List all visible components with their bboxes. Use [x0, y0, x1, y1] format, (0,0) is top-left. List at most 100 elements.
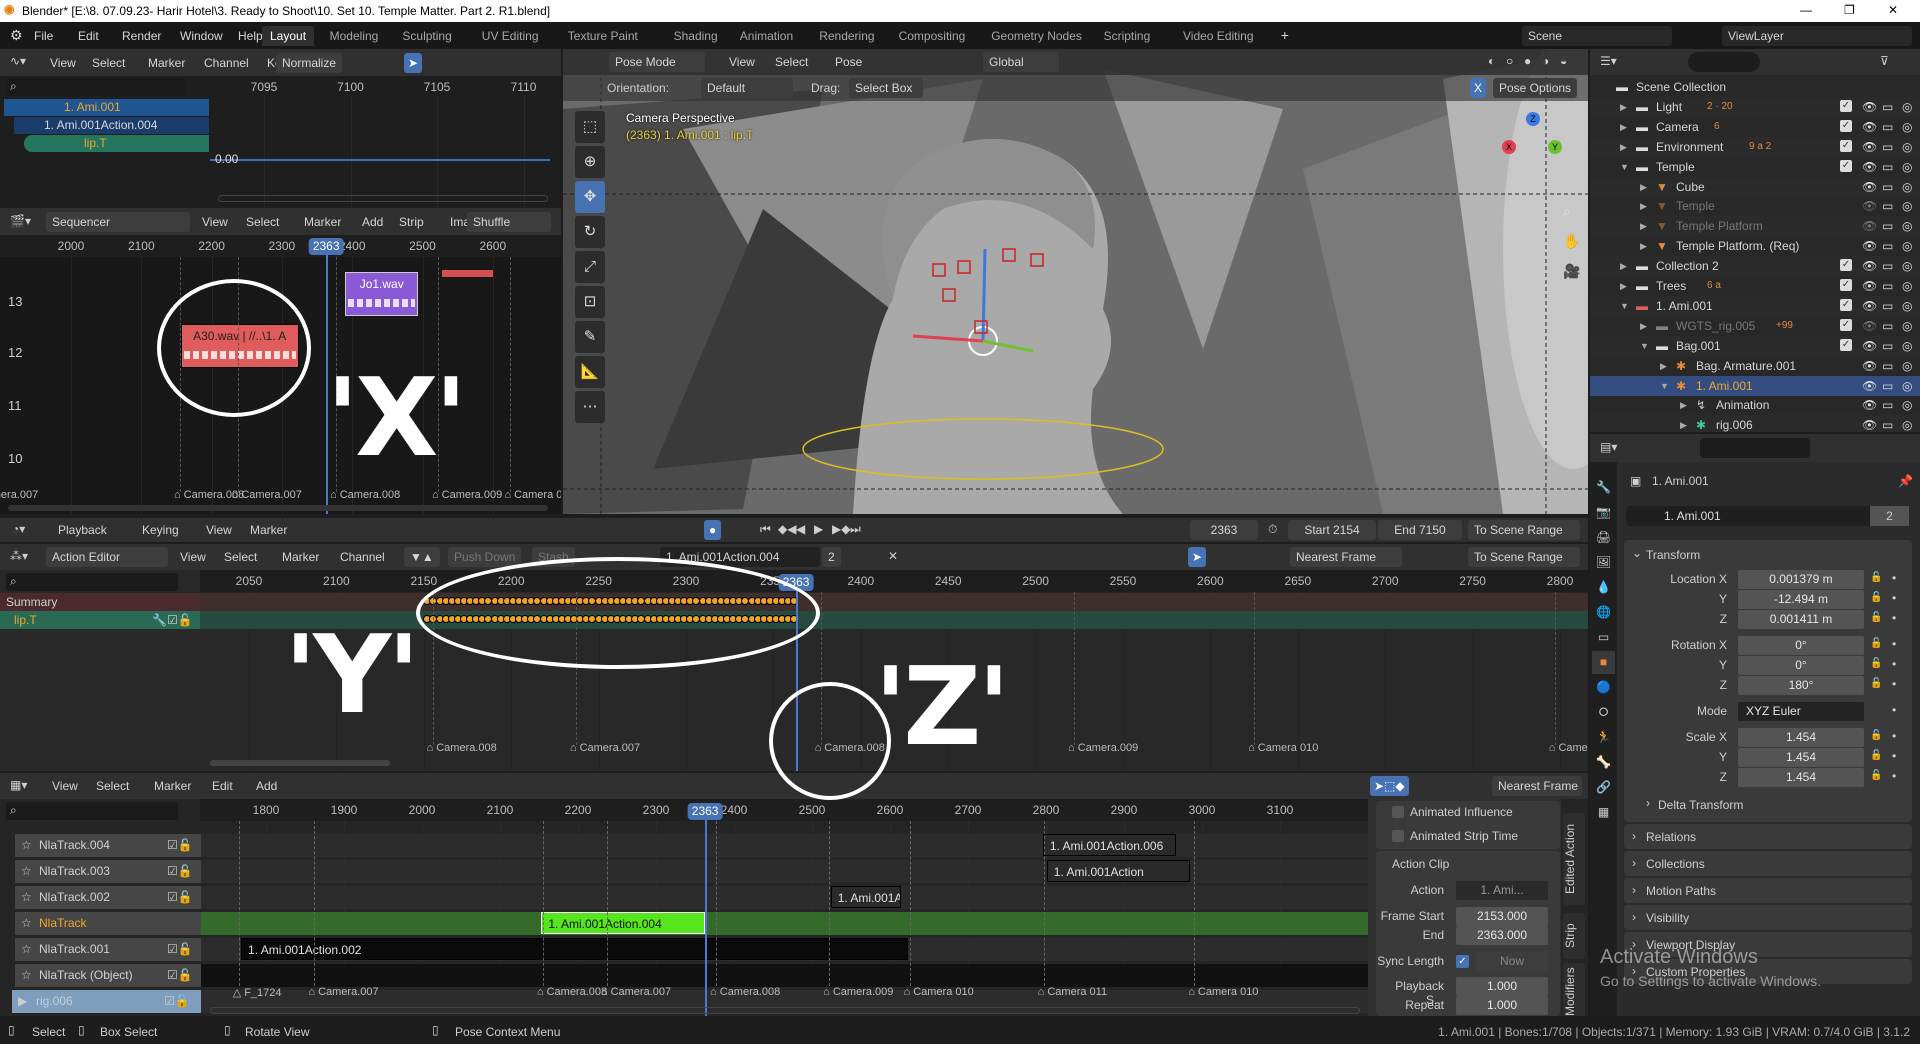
outliner-row[interactable]: ▶ ▼ Temple Platform 👁 ▭ ◎ — [1590, 216, 1920, 237]
action-search-input[interactable] — [6, 573, 178, 591]
lock-icon[interactable]: 🔓 — [1870, 612, 1882, 623]
seq-menu-strip[interactable]: Strip — [399, 215, 424, 229]
track-mute-checkbox[interactable]: ☑🔓 — [167, 886, 193, 909]
visibility-eye-icon[interactable]: 👁 — [1862, 236, 1877, 256]
graph-editor-type-icon[interactable]: ∿▾ — [10, 54, 26, 68]
sidebar-tab-strip[interactable]: Strip — [1563, 913, 1585, 959]
pose-mode-dropdown[interactable]: Pose Mode — [609, 52, 705, 72]
lock-icon[interactable]: 🔓 — [1870, 678, 1882, 689]
properties-search-input[interactable] — [1700, 438, 1810, 458]
keyframe-dot-icon[interactable]: • — [1892, 749, 1896, 763]
viewport-monitor-icon[interactable]: ▭ — [1882, 97, 1893, 117]
viewport-menu-pose[interactable]: Pose — [835, 55, 862, 69]
action-clip-title[interactable]: Action Clip — [1392, 857, 1449, 871]
animated-influence-checkbox[interactable] — [1392, 806, 1404, 818]
cursor-icon[interactable]: ⊕ — [575, 146, 605, 178]
expand-arrow-icon[interactable]: ▼ — [1660, 376, 1669, 396]
playhead[interactable] — [705, 809, 708, 1016]
visibility-eye-icon[interactable]: 👁 — [1862, 177, 1877, 197]
visibility-eye-icon[interactable]: 👁 — [1862, 196, 1877, 216]
track-mute-checkbox[interactable]: ☑🔓 — [164, 990, 190, 1013]
render-camera-icon[interactable]: ◎ — [1902, 376, 1912, 396]
exclude-checkbox[interactable]: ✓ — [1840, 318, 1852, 331]
timeline-menu-marker[interactable]: Marker — [250, 523, 287, 537]
sequencer-strip[interactable]: Jo1.wav — [345, 272, 419, 316]
gizmo-axis-z[interactable]: Z — [1526, 112, 1540, 126]
action-menu-view[interactable]: View — [180, 550, 206, 564]
timeline-marker[interactable]: ⌂ Camera 010 — [1248, 742, 1318, 754]
expand-arrow-icon[interactable]: ▶ — [1680, 415, 1687, 432]
render-tab-icon[interactable]: 📷 — [1592, 501, 1615, 524]
visibility-eye-icon[interactable]: 👁 — [1862, 97, 1877, 117]
property-field[interactable]: 0° — [1738, 656, 1864, 675]
viewport-menu-view[interactable]: View — [729, 55, 755, 69]
menu-window[interactable]: Window — [180, 29, 223, 43]
keyframe-dot-icon[interactable]: • — [1892, 677, 1896, 691]
filter-icon[interactable]: ⊽ — [1880, 54, 1889, 68]
graph-menu-channel[interactable]: Channel — [204, 56, 249, 70]
navigation-gizmo[interactable]: X YZ — [1493, 107, 1573, 187]
output-tab-icon[interactable]: 🖨 — [1592, 526, 1615, 549]
action-menu-channel[interactable]: Channel — [340, 550, 385, 564]
outliner-row[interactable]: ▶ ✱ Bag. Armature.001 👁 ▭ ◎ — [1590, 356, 1920, 376]
select-tool-button[interactable]: ➤ — [404, 53, 423, 73]
timeline-menu-keying[interactable]: Keying — [136, 520, 185, 540]
viewport-monitor-icon[interactable]: ▭ — [1882, 236, 1893, 256]
nla-track[interactable]: ☆ NlaTrack — [15, 912, 201, 935]
timeline-marker[interactable]: ⌂ Camera 010 — [904, 986, 974, 998]
timeline-marker[interactable]: ⌂ Camera.007 — [308, 986, 378, 998]
gizmo-axis-x[interactable]: X — [1502, 140, 1516, 154]
stopwatch-icon[interactable]: ⏱ — [1268, 522, 1277, 537]
nla-strip[interactable]: 1. Ami.001Action — [1046, 860, 1191, 882]
star-icon[interactable]: ▶ — [18, 990, 27, 1013]
star-icon[interactable]: ☆ — [21, 964, 32, 987]
visibility-eye-icon[interactable]: 👁 — [1862, 117, 1877, 137]
snap-dropdown[interactable]: Nearest Frame — [1290, 547, 1402, 567]
world-tab-icon[interactable]: 🌐 — [1592, 601, 1615, 624]
sidebar-field[interactable]: 2363.000 — [1456, 926, 1548, 945]
nla-track[interactable]: ▶ rig.006 ☑🔓 — [12, 990, 201, 1013]
timeline-marker[interactable]: ⌂ Camera.007 — [232, 489, 302, 501]
render-camera-icon[interactable]: ◎ — [1902, 216, 1912, 236]
visibility-eye-icon[interactable]: 👁 — [1862, 336, 1877, 356]
visibility-eye-icon[interactable]: 👁 — [1862, 376, 1877, 396]
timeline-marker[interactable]: ⌂ Camera 011 — [1549, 742, 1588, 754]
users-count[interactable]: 2 — [1870, 506, 1909, 526]
texture-tab-icon[interactable]: ▦ — [1592, 801, 1615, 824]
tab-rendering[interactable]: Rendering — [811, 26, 882, 46]
sidebar-tab-modifiers[interactable]: Modifiers — [1563, 963, 1585, 1016]
action-hscrollbar[interactable] — [210, 760, 390, 766]
visibility-eye-icon[interactable]: 👁 — [1862, 157, 1877, 177]
graph-menu-marker[interactable]: Marker — [148, 56, 185, 70]
star-icon[interactable]: ☆ — [21, 938, 32, 961]
properties-panel[interactable]: › Relations — [1624, 824, 1912, 849]
delta-transform-subpanel[interactable]: Delta Transform — [1658, 798, 1743, 812]
keyframe-dot-icon[interactable]: • — [1892, 703, 1896, 717]
layer-down-button[interactable]: ▼▲ — [404, 547, 440, 567]
outliner-row[interactable]: ▼ ▬ 1. Ami.001 ✓ 👁 ▭ ◎ — [1590, 295, 1920, 316]
exclude-checkbox[interactable]: ✓ — [1840, 139, 1852, 152]
scale-icon[interactable]: ⤢ — [575, 251, 605, 283]
end-frame-field[interactable]: End 7150 — [1378, 520, 1462, 540]
timeline-marker[interactable]: ⌂ Camera.009 — [823, 986, 893, 998]
property-field[interactable]: 1.454 — [1738, 748, 1864, 767]
expand-arrow-icon[interactable]: ▼ — [1620, 157, 1629, 177]
timeline-marker[interactable]: ⌂ Camera 011 — [1038, 986, 1107, 998]
viewport-monitor-icon[interactable]: ▭ — [1882, 336, 1893, 356]
timeline-marker[interactable]: ⌂ Camera.007 — [601, 986, 671, 998]
star-icon[interactable]: ☆ — [21, 860, 32, 883]
render-camera-icon[interactable]: ◎ — [1902, 415, 1912, 432]
relax-pose-icon[interactable]: ⋯ — [575, 391, 605, 423]
seq-menu-view[interactable]: View — [202, 215, 228, 229]
sync-now-button[interactable]: Now — [1476, 952, 1548, 971]
nla-strip[interactable]: 1. Ami.001Acti — [830, 886, 901, 908]
viewport-monitor-icon[interactable]: ▭ — [1882, 296, 1893, 316]
visibility-eye-icon[interactable]: 👁 — [1862, 296, 1877, 316]
viewport-monitor-icon[interactable]: ▭ — [1882, 415, 1893, 432]
nla-snap-dropdown[interactable]: Nearest Frame — [1492, 776, 1582, 796]
transform-orientation-dropdown[interactable]: Global — [983, 52, 1059, 72]
lock-icon[interactable]: 🔓 — [1870, 658, 1882, 669]
render-camera-icon[interactable]: ◎ — [1902, 137, 1912, 157]
camera-view-icon[interactable]: 🎥 — [1563, 263, 1580, 280]
track-mute-checkbox[interactable]: ☑🔓 — [167, 834, 193, 857]
